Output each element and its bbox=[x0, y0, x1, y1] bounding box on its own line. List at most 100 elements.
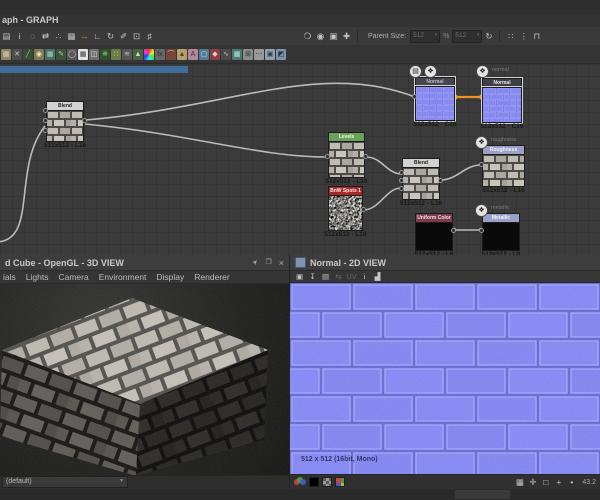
grid-teal-icon[interactable]: ▦ bbox=[232, 48, 242, 60]
shape-node-icon[interactable]: ◯ bbox=[67, 48, 77, 60]
background-black-swatch[interactable] bbox=[309, 477, 319, 487]
save-image-icon[interactable]: ↧ bbox=[307, 272, 318, 282]
frame-select-icon[interactable]: □ bbox=[540, 476, 552, 488]
wire-levels-to-blend2[interactable] bbox=[365, 156, 402, 175]
link-view-icon[interactable]: ⇆ bbox=[333, 272, 344, 282]
wire-blend2-to-roughness[interactable] bbox=[439, 164, 482, 181]
viewport-3d[interactable] bbox=[0, 284, 289, 475]
node-header[interactable]: Metallic bbox=[482, 213, 520, 222]
input-port[interactable] bbox=[479, 162, 484, 167]
blob-node-icon[interactable]: ◉ bbox=[34, 48, 44, 60]
float-window-icon[interactable]: ❐ bbox=[265, 258, 271, 268]
expose-parameters-icon[interactable]: ∴ bbox=[53, 30, 65, 42]
input-port[interactable] bbox=[43, 118, 48, 123]
graph-canvas[interactable]: Blend 512x512 - L16 Levels 512x512 - L16… bbox=[0, 64, 600, 258]
pan-icon[interactable]: + bbox=[553, 476, 565, 488]
dots-node-icon[interactable]: ⋯ bbox=[254, 48, 264, 60]
node-roughness-output[interactable]: ❖ roughness Roughness 512x512 - L16 bbox=[475, 136, 525, 194]
wire-into-blend[interactable] bbox=[0, 125, 46, 243]
pin-node-icon[interactable]: ◉ bbox=[315, 30, 327, 42]
export-icon[interactable]: ⊡ bbox=[131, 30, 143, 42]
menu-camera[interactable]: Camera bbox=[58, 272, 88, 282]
tiling-mode-icon[interactable] bbox=[335, 477, 345, 487]
menu-renderer[interactable]: Renderer bbox=[194, 272, 229, 282]
parent-width-select[interactable]: 512 ▾ bbox=[410, 29, 441, 43]
straight-links-icon[interactable]: ↔ bbox=[78, 30, 91, 42]
info-icon[interactable]: i bbox=[359, 272, 370, 282]
timer-icon[interactable]: ↻ bbox=[105, 30, 117, 42]
node-header[interactable]: Normal bbox=[481, 77, 523, 88]
plus-box-icon[interactable]: ⊞ bbox=[243, 48, 253, 60]
reset-size-icon[interactable]: ↻ bbox=[483, 30, 495, 42]
arch-node-icon[interactable]: ⌒ bbox=[166, 48, 176, 60]
wave-node-icon[interactable]: ∿ bbox=[221, 48, 231, 60]
node-bnw-spots-1[interactable]: BnW Spots 1 512x512 - L16 bbox=[324, 186, 367, 238]
node-header[interactable]: Levels bbox=[328, 132, 365, 141]
comment-icon[interactable]: ❍ bbox=[302, 30, 314, 42]
menu-lights[interactable]: Lights bbox=[26, 272, 49, 282]
stack-icon[interactable]: ⋮ bbox=[518, 30, 530, 42]
bitmap-node-icon[interactable]: ▦ bbox=[1, 48, 11, 60]
curve-node-icon[interactable]: ╱ bbox=[23, 48, 33, 60]
node-normal-filter[interactable]: ▤ ❖ Normal 512x512 - C16 bbox=[409, 65, 457, 128]
pane-2d-titlebar[interactable]: Normal - 2D VIEW bbox=[290, 255, 600, 271]
menu-environment[interactable]: Environment bbox=[99, 272, 147, 282]
tile-generator-icon[interactable]: ▦ bbox=[78, 48, 88, 60]
node-levels[interactable]: Levels 512x512 - L16 bbox=[325, 132, 368, 185]
output-port[interactable] bbox=[361, 207, 366, 212]
pane-3d-titlebar[interactable]: d Cube - OpenGL - 3D VIEW ➤ ❐ × bbox=[0, 255, 289, 271]
node-header[interactable]: BnW Spots 1 bbox=[328, 186, 363, 195]
node-header[interactable]: Normal bbox=[414, 76, 456, 87]
node-metallic-output[interactable]: ❖ metallic Metallic 512x512 - L8 bbox=[475, 204, 520, 258]
input-port[interactable] bbox=[43, 128, 48, 133]
input-port[interactable] bbox=[399, 178, 404, 183]
material-dropdown[interactable]: (default) ▼ bbox=[2, 476, 128, 488]
link-wh-icon[interactable]: % bbox=[443, 33, 449, 40]
node-header[interactable]: Blend bbox=[46, 101, 84, 110]
paint-bucket-icon[interactable]: ◆ bbox=[210, 48, 220, 60]
spots-node-icon[interactable]: ∷ bbox=[111, 48, 121, 60]
graph-tab-title[interactable]: aph - GRAPH bbox=[2, 15, 59, 25]
copy-image-icon[interactable]: ▣ bbox=[294, 272, 305, 282]
menu-display[interactable]: Display bbox=[156, 272, 184, 282]
histogram-icon[interactable]: ▟ bbox=[372, 272, 383, 282]
dual-dot-icon[interactable]: ∷ bbox=[505, 30, 517, 42]
todo-icon[interactable]: ✚ bbox=[341, 30, 353, 42]
text-node-icon[interactable]: A bbox=[188, 48, 198, 60]
input-port[interactable] bbox=[43, 108, 48, 113]
grid-table-icon[interactable]: ▦ bbox=[66, 30, 78, 42]
channels-rgb-icon[interactable] bbox=[294, 477, 306, 487]
pyramid-node-icon[interactable]: ▲ bbox=[133, 48, 143, 60]
node-header[interactable]: Roughness bbox=[482, 145, 525, 154]
pin-icon[interactable]: ➤ bbox=[250, 257, 261, 268]
view-3d-badge[interactable]: ❖ bbox=[424, 65, 437, 78]
zoom-icon[interactable]: ◌ bbox=[27, 30, 39, 42]
node-blend-left[interactable]: Blend 512x512 - L16 bbox=[43, 101, 87, 149]
node-normal-output[interactable]: ❖ normal Normal 512x512 - C16 bbox=[476, 65, 524, 130]
wire-blend-to-levels[interactable] bbox=[84, 123, 327, 158]
tools-icon[interactable]: ✐ bbox=[118, 30, 130, 42]
graph-view-icon[interactable]: ▤ bbox=[1, 30, 13, 42]
uv-dropdown[interactable]: UV ▾ bbox=[346, 272, 357, 291]
wire-bnw-to-blend2[interactable] bbox=[362, 187, 402, 211]
grid-overlay-icon[interactable]: ▦ bbox=[514, 476, 526, 488]
svg-node-icon[interactable]: ✕ bbox=[12, 48, 22, 60]
fit-view-icon[interactable]: ⇄ bbox=[40, 30, 52, 42]
paste-image-icon[interactable]: ▤ bbox=[320, 272, 331, 282]
auto-layout-icon[interactable]: ⊓ bbox=[531, 30, 543, 42]
wire-blend-to-normal[interactable] bbox=[84, 82, 416, 121]
light-box-icon[interactable]: ▣ bbox=[265, 48, 275, 60]
view-2d-badge[interactable]: ▤ bbox=[409, 65, 422, 78]
input-port[interactable] bbox=[325, 154, 330, 159]
input-port[interactable] bbox=[399, 170, 404, 175]
gradient-map-icon[interactable]: ▦ bbox=[45, 48, 55, 60]
node-uniform-color[interactable]: Uniform Color 512x512 - L8 bbox=[415, 213, 456, 258]
node-header[interactable]: Uniform Color bbox=[415, 213, 453, 222]
view-3d-badge[interactable]: ❖ bbox=[475, 204, 488, 217]
color-wheel-icon[interactable] bbox=[144, 48, 154, 60]
viewport-2d-normal-map[interactable]: 512 x 512 (16bit, Mono) bbox=[290, 283, 600, 474]
info-icon[interactable]: i bbox=[14, 30, 26, 42]
node-header[interactable]: Blend bbox=[402, 158, 440, 167]
elbow-links-icon[interactable]: ∟ bbox=[92, 30, 104, 42]
dot-icon[interactable]: • bbox=[566, 476, 578, 488]
